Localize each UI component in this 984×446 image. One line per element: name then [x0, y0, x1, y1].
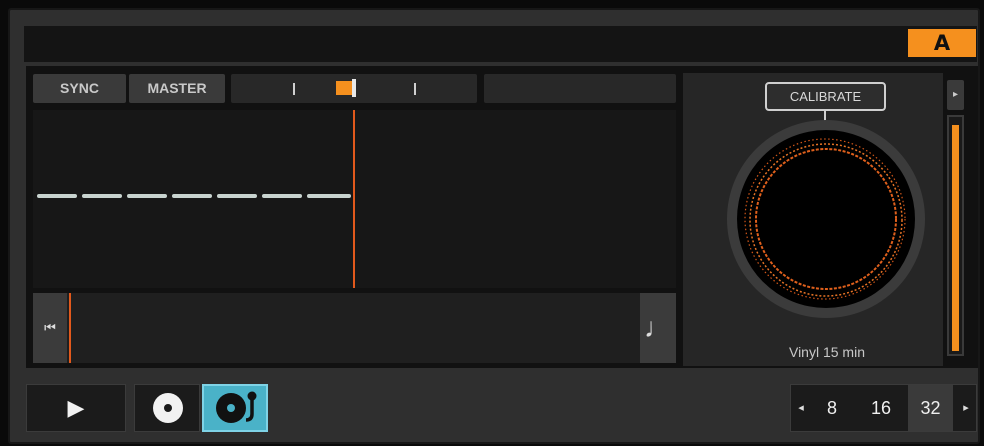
calibrate-button[interactable]: CALIBRATE — [765, 82, 886, 111]
beat-dash — [307, 194, 351, 198]
deck-letter-badge[interactable]: A — [908, 29, 976, 57]
track-overview[interactable]: ⏮ ♩ — [33, 293, 676, 363]
phase-indicator-cap — [352, 79, 356, 97]
beat-dash — [82, 194, 122, 198]
phase-meter — [231, 74, 477, 103]
waveform-display[interactable] — [33, 110, 676, 288]
vinyl-mode-button[interactable] — [202, 384, 268, 432]
music-note-icon[interactable]: ♩ — [640, 293, 676, 363]
beat-dash — [217, 194, 257, 198]
cd-mode-button[interactable] — [134, 384, 200, 432]
loop-size-option-selected[interactable]: 32 — [908, 385, 953, 431]
play-button[interactable]: ▶ — [26, 384, 126, 432]
phase-tick — [293, 83, 295, 95]
beat-dash — [262, 194, 302, 198]
phase-tick — [414, 83, 416, 95]
loop-size-selector[interactable]: ◂ 8 16 32 ▸ — [790, 384, 977, 432]
loop-size-option[interactable]: 8 — [817, 385, 847, 431]
empty-display-slot — [484, 74, 676, 103]
cd-icon — [153, 393, 183, 423]
position-marker — [69, 293, 71, 363]
beat-dash — [127, 194, 167, 198]
beat-dash — [37, 194, 77, 198]
skip-to-start-icon[interactable]: ⏮ — [33, 293, 67, 363]
phase-indicator — [336, 81, 352, 95]
level-meter-fill — [952, 125, 959, 351]
arrow-right-icon[interactable]: ▸ — [947, 80, 964, 110]
sync-button[interactable]: SYNC — [33, 74, 126, 103]
beat-dash — [172, 194, 212, 198]
master-button[interactable]: MASTER — [129, 74, 225, 103]
vinyl-type-label: Vinyl 15 min — [788, 344, 865, 360]
turntable-icon — [216, 391, 257, 423]
playhead-marker — [353, 110, 355, 288]
deck-header — [24, 26, 977, 62]
arrow-left-icon[interactable]: ◂ — [791, 385, 811, 431]
loop-size-option[interactable]: 16 — [863, 385, 899, 431]
timecode-scope-signal — [744, 138, 906, 300]
level-meter — [947, 115, 964, 356]
arrow-right-icon[interactable]: ▸ — [956, 385, 976, 431]
